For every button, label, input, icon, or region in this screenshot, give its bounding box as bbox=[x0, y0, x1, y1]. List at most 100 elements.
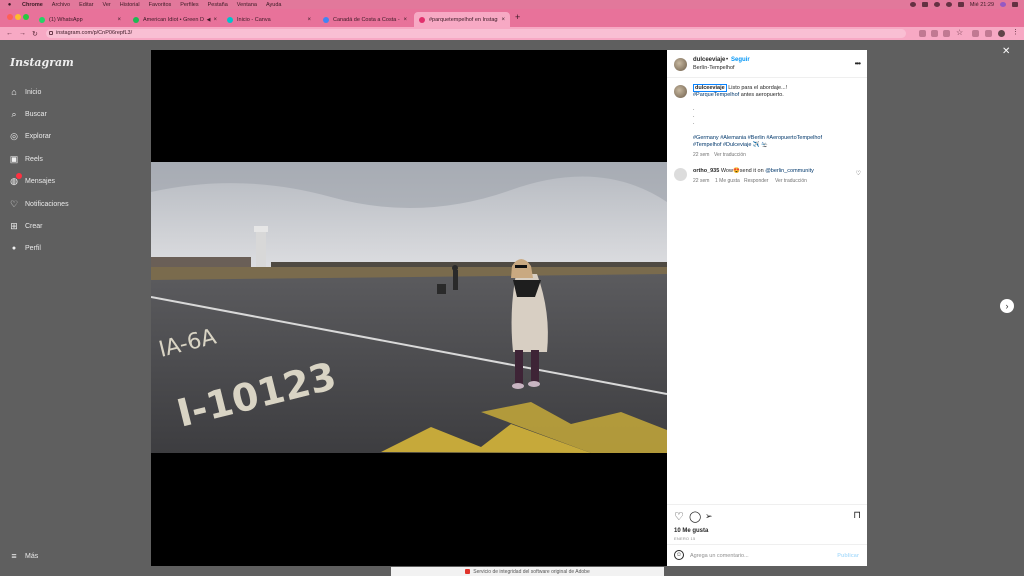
clock[interactable]: Mié 21:29 bbox=[970, 2, 994, 8]
extensions-icon[interactable] bbox=[972, 30, 979, 37]
comment-likes[interactable]: 1 Me gusta bbox=[715, 178, 740, 184]
notification-center-icon[interactable] bbox=[1012, 2, 1018, 7]
instagram-logo[interactable]: Instagram bbox=[10, 56, 74, 69]
nav-label: Inicio bbox=[25, 88, 42, 96]
control-center-icon[interactable] bbox=[957, 2, 964, 7]
lock-icon[interactable] bbox=[49, 31, 53, 35]
menu-app-chrome[interactable]: Chrome bbox=[22, 2, 43, 8]
adobe-integrity-bar[interactable]: Servicio de integridad del software orig… bbox=[391, 567, 664, 576]
tab-whatsapp[interactable]: (1) WhatsApp × bbox=[34, 12, 126, 27]
separator-dot: • bbox=[726, 57, 729, 63]
url-text[interactable]: instagram.com/p/CnP06repfL3/ bbox=[56, 30, 132, 36]
comment-username[interactable]: ortho_935 bbox=[693, 168, 719, 174]
window-zoom-button[interactable] bbox=[23, 14, 29, 20]
commenter-avatar[interactable] bbox=[674, 168, 687, 181]
next-post-arrow-icon[interactable]: › bbox=[1000, 299, 1014, 313]
profile-avatar-icon[interactable] bbox=[998, 30, 1005, 37]
post-location[interactable]: Berlín-Tempelhof bbox=[693, 65, 735, 71]
menu-pestana[interactable]: Pestaña bbox=[208, 2, 228, 8]
nav-buscar[interactable]: ⌕ Buscar bbox=[9, 109, 46, 119]
menu-favoritos[interactable]: Favoritos bbox=[149, 2, 172, 8]
spotify-favicon-icon bbox=[133, 16, 139, 23]
bookmark-star-icon[interactable]: ☆ bbox=[956, 28, 963, 37]
chrome-menu-icon[interactable]: ⋮ bbox=[1012, 28, 1019, 36]
menu-perfiles[interactable]: Perfiles bbox=[180, 2, 198, 8]
reload-button[interactable]: ↻ bbox=[32, 30, 38, 38]
like-icon[interactable]: ♡ bbox=[674, 510, 684, 523]
address-bar[interactable]: instagram.com/p/CnP06repfL3/ bbox=[46, 29, 906, 38]
wifi-icon[interactable] bbox=[933, 2, 940, 7]
nav-mas[interactable]: ≡ Más bbox=[9, 551, 38, 561]
apple-menu-icon[interactable]: ● bbox=[6, 2, 13, 8]
hashtag-parquetempelhof[interactable]: #ParqueTempelhof bbox=[693, 92, 739, 98]
siri-icon[interactable] bbox=[1000, 2, 1006, 7]
zoom-icon[interactable] bbox=[943, 30, 950, 37]
author-avatar[interactable] bbox=[674, 58, 687, 71]
add-comment-input[interactable]: Agrega un comentario... bbox=[690, 553, 749, 559]
caption-see-translation[interactable]: Ver traducción bbox=[714, 152, 746, 158]
likes-count[interactable]: 10 Me gusta bbox=[674, 528, 708, 534]
save-bookmark-icon[interactable]: ⊓ bbox=[853, 510, 861, 521]
publish-button[interactable]: Publicar bbox=[837, 553, 859, 559]
caption-time[interactable]: 22 sem bbox=[693, 152, 709, 158]
nav-mensajes[interactable]: ◍ Mensajes bbox=[9, 173, 55, 186]
google-lens-icon[interactable] bbox=[919, 30, 926, 37]
post-photo[interactable]: IA-6A I-10123 bbox=[151, 162, 667, 453]
close-modal-icon[interactable]: ✕ bbox=[1002, 46, 1010, 57]
spotlight-icon[interactable] bbox=[945, 2, 952, 7]
comment-see-translation[interactable]: Ver traducción bbox=[775, 178, 807, 184]
nav-inicio[interactable]: ⌂ Inicio bbox=[9, 87, 41, 97]
tab-green-day[interactable]: American Idiot • Green Day ◀ × bbox=[128, 12, 222, 27]
canva-favicon-icon bbox=[227, 16, 233, 23]
nav-notificaciones[interactable]: ♡ Notificaciones bbox=[9, 199, 69, 209]
share-icon[interactable]: ➢ bbox=[705, 511, 713, 522]
window-close-button[interactable] bbox=[7, 14, 13, 20]
caption-hashtags-line-2[interactable]: #Tempelhof #Dulceviaje ✈️ 🛬 bbox=[693, 142, 768, 149]
nav-perfil[interactable]: ● Perfil bbox=[9, 243, 41, 253]
tab-close-icon[interactable]: × bbox=[307, 17, 311, 23]
caption-hashtags-line-1[interactable]: #Germany #Alemania #Berlin #AeropuertoTe… bbox=[693, 135, 822, 142]
nav-label: Mensajes bbox=[25, 177, 55, 185]
tab-audio-icon[interactable]: ◀ bbox=[207, 17, 211, 23]
menu-ayuda[interactable]: Ayuda bbox=[266, 2, 282, 8]
back-button[interactable]: ← bbox=[6, 30, 13, 37]
caption-dot: . bbox=[693, 113, 695, 119]
caption-avatar[interactable] bbox=[674, 85, 687, 98]
tab-close-icon[interactable]: × bbox=[501, 17, 505, 23]
menu-archivo[interactable]: Archivo bbox=[52, 2, 70, 8]
menu-historial[interactable]: Historial bbox=[120, 2, 140, 8]
tab-canva[interactable]: Inicio - Canva × bbox=[222, 12, 316, 27]
tab-close-icon[interactable]: × bbox=[117, 17, 121, 23]
more-options-icon[interactable]: ••• bbox=[855, 59, 861, 68]
actions-divider bbox=[667, 504, 867, 505]
tab-instagram[interactable]: #parquetempelhof en Instagr × bbox=[414, 12, 510, 27]
sidepanel-icon[interactable] bbox=[985, 30, 992, 37]
comment-reply[interactable]: Responder bbox=[744, 178, 768, 184]
comment-icon[interactable]: ◯ bbox=[689, 510, 701, 523]
author-username[interactable]: dulceeviaje bbox=[693, 57, 725, 63]
new-tab-button[interactable]: + bbox=[515, 12, 520, 22]
menu-ventana[interactable]: Ventana bbox=[237, 2, 257, 8]
tab-close-icon[interactable]: × bbox=[213, 17, 217, 23]
window-minimize-button[interactable] bbox=[15, 14, 21, 20]
comment-mention[interactable]: @berlin_community bbox=[765, 168, 814, 174]
nav-crear[interactable]: ⊞ Crear bbox=[9, 220, 42, 231]
create-icon: ⊞ bbox=[10, 220, 18, 231]
emoji-icon[interactable]: ☺ bbox=[674, 550, 684, 560]
follow-button[interactable]: Seguir bbox=[731, 57, 750, 63]
comment-time[interactable]: 22 sem bbox=[693, 178, 709, 184]
comment-like-icon[interactable]: ♡ bbox=[856, 170, 861, 177]
share-icon[interactable] bbox=[931, 30, 938, 37]
nav-reels[interactable]: ▣ Reels bbox=[9, 154, 43, 164]
caption-username[interactable]: dulceeviaje bbox=[693, 84, 727, 92]
instagram-favicon-icon bbox=[419, 16, 425, 23]
tab-title: #parquetempelhof en Instagr bbox=[429, 16, 499, 23]
nav-explorar[interactable]: ◎ Explorar bbox=[9, 131, 51, 141]
menu-ver[interactable]: Ver bbox=[103, 2, 111, 8]
menu-editar[interactable]: Editar bbox=[79, 2, 93, 8]
tab-close-icon[interactable]: × bbox=[403, 17, 407, 23]
status-camera-icon[interactable] bbox=[909, 2, 916, 7]
forward-button[interactable]: → bbox=[19, 30, 26, 37]
battery-icon[interactable] bbox=[921, 2, 928, 7]
tab-canada[interactable]: Canadá de Costa a Costa - Co × bbox=[318, 12, 412, 27]
